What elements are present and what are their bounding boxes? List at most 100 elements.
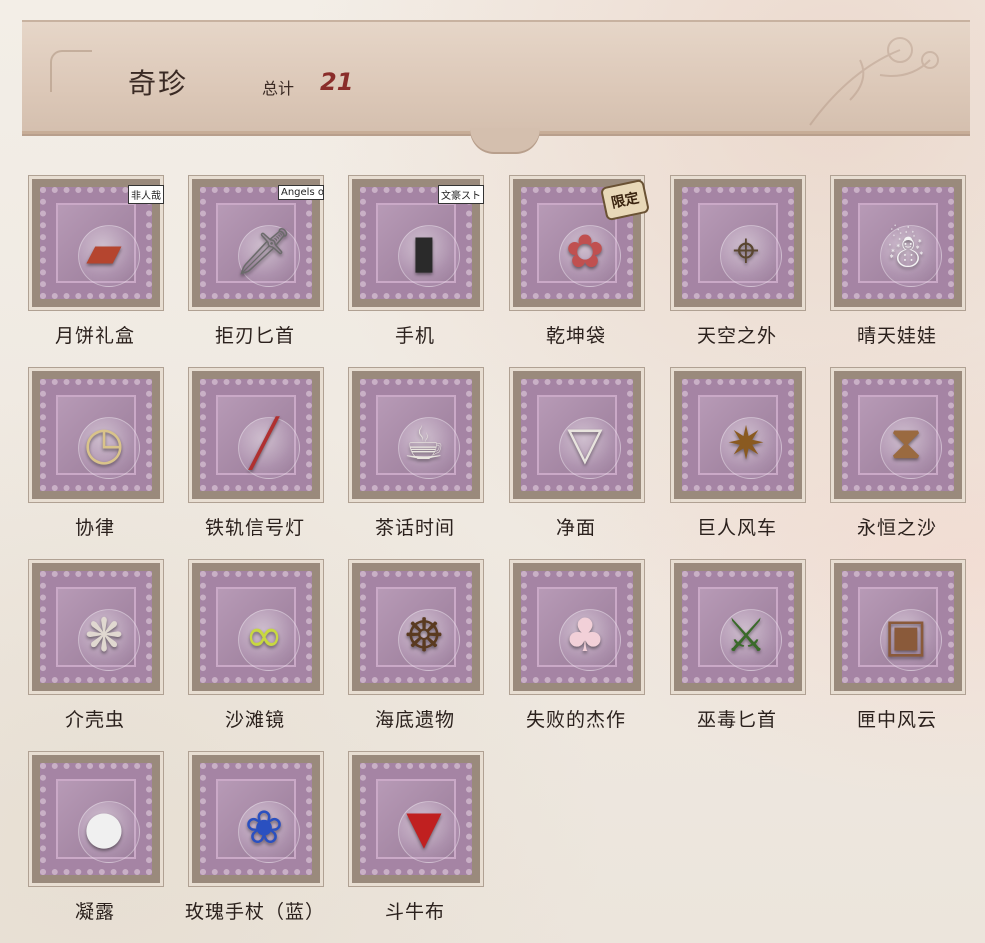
hourglass-icon: ⧗ [889,415,923,469]
item-frame: ❋ [29,560,163,694]
item-frame: ▼ [349,752,483,886]
item-frame: ⧗ [831,368,965,502]
item-label: 拒刃匕首 [214,325,295,347]
clock-icon: ◷ [83,416,125,470]
matador-cape-icon: ▼ [406,800,442,854]
item-card[interactable]: ▣ 匣中风云 [802,560,965,745]
item-label: 匣中风云 [856,709,937,731]
telescope-icon: ⌖ [733,223,759,277]
item-frame: ▽ [510,368,644,502]
item-frame: ▰ 非人哉 [29,176,164,310]
item-card[interactable]: ▽ 净面 [481,368,644,553]
item-frame: 🗡 Angels of Death [189,176,324,310]
item-label: 铁轨信号灯 [204,517,305,539]
stamp-background: ☸ [360,571,472,683]
item-frame: ☕ [349,368,483,502]
total-label: 总计 [262,79,295,98]
total-count: 21 [320,68,354,96]
item-frame: ⚔ [671,560,805,694]
item-label: 巨人风车 [696,517,777,539]
item-card[interactable]: ❋ 介壳虫 [0,560,163,745]
cloth-icon: ▽ [567,416,603,470]
item-card[interactable]: ◷ 协律 [0,368,163,553]
stamp-background: ☕ [360,379,472,491]
item-label: 介壳虫 [64,709,125,731]
collab-badge: 非人哉 [128,185,164,204]
rose-cane-icon: ❀ [244,800,284,854]
ship-wheel-icon: ☸ [403,608,445,662]
item-label: 沙滩镜 [224,709,285,731]
item-frame: ⌖ [671,176,805,310]
stamp-background: ⧗ [842,379,954,491]
item-card[interactable]: ☃ 晴天娃娃 [802,176,965,361]
item-label: 永恒之沙 [856,517,937,539]
item-card[interactable]: ✿ 限定乾坤袋 [481,176,651,361]
item-card[interactable]: ▼ 斗牛布 [320,752,483,937]
item-card[interactable]: ╱ 铁轨信号灯 [160,368,323,553]
item-frame: ◷ [29,368,163,502]
corner-ornament-icon [50,50,92,92]
stamp-background: ♣ [521,571,633,683]
item-card[interactable]: ▰ 非人哉月饼礼盒 [0,176,164,361]
stamp-background: 🗡 [200,187,312,299]
teapot-icon: ☕ [403,416,445,470]
item-label: 协律 [74,517,115,539]
item-frame: ╱ [189,368,323,502]
item-card[interactable]: ✷ 巨人风车 [642,368,805,553]
item-card[interactable]: 🗡 Angels of Death 拒刃匕首 [160,176,324,361]
item-label: 巫毒匕首 [696,709,777,731]
item-frame: ♣ [510,560,644,694]
collab-badge: Angels of Death [278,185,324,200]
page-title: 奇珍 [128,67,189,100]
item-label: 月饼礼盒 [54,325,135,347]
stamp-background: ☃ [842,187,954,299]
item-label: 净面 [555,517,596,539]
flower-ornament-icon [809,37,939,126]
item-label: 凝露 [74,901,115,923]
dew-orb-icon: ● [83,800,125,854]
stamp-background: ∞ [200,571,312,683]
item-label: 海底遗物 [374,709,455,731]
stamp-background: ▽ [521,379,633,491]
stamp-background: ❀ [200,763,312,875]
item-label: 玫瑰手杖（蓝） [184,901,325,923]
item-card[interactable]: ● 凝露 [0,752,163,937]
stamp-background: ◷ [40,379,152,491]
item-card[interactable]: ∞ 沙滩镜 [160,560,323,745]
item-frame: ● [29,752,163,886]
item-card[interactable]: ⚔ 巫毒匕首 [642,560,805,745]
item-frame: ∞ [189,560,323,694]
item-label: 乾坤袋 [545,325,606,347]
item-card[interactable]: ❀ 玫瑰手杖（蓝） [160,752,324,937]
stamp-background: ▣ [842,571,954,683]
stamp-background: ● [40,763,152,875]
item-card[interactable]: ▮ 文豪ストレイドッグス手机 [320,176,484,361]
stamp-background: ╱ [200,379,312,491]
item-label: 失败的杰作 [525,709,626,731]
stamp-background: ✷ [682,379,794,491]
chest-icon: ▣ [884,608,928,662]
item-card[interactable]: ⧗ 永恒之沙 [802,368,965,553]
item-frame: ✿ 限定 [510,176,651,310]
item-card[interactable]: ⌖ 天空之外 [642,176,805,361]
item-frame: ❀ [189,752,323,886]
item-card[interactable]: ☸ 海底遗物 [320,560,483,745]
item-card[interactable]: ♣ 失败的杰作 [481,560,644,745]
item-label: 天空之外 [696,325,777,347]
item-label: 斗牛布 [384,901,445,923]
stamp-background: ⚔ [682,571,794,683]
voodoo-dagger-icon: ⚔ [725,608,767,662]
dagger-icon: 🗡 [234,223,294,278]
mooncake-box-icon: ▰ [86,224,122,278]
item-frame: ▮ 文豪ストレイドッグス [349,176,484,310]
item-frame: ✷ [671,368,805,502]
windmill-icon: ✷ [726,416,766,470]
item-label: 晴天娃娃 [856,325,937,347]
teru-teru-bozu-icon: ☃ [885,224,927,278]
item-label: 手机 [394,325,435,347]
stamp-background: ❋ [40,571,152,683]
signal-lamp-icon: ╱ [250,416,278,470]
item-card[interactable]: ☕ 茶话时间 [320,368,483,553]
item-label: 茶话时间 [374,517,455,539]
item-frame: ☸ [349,560,483,694]
